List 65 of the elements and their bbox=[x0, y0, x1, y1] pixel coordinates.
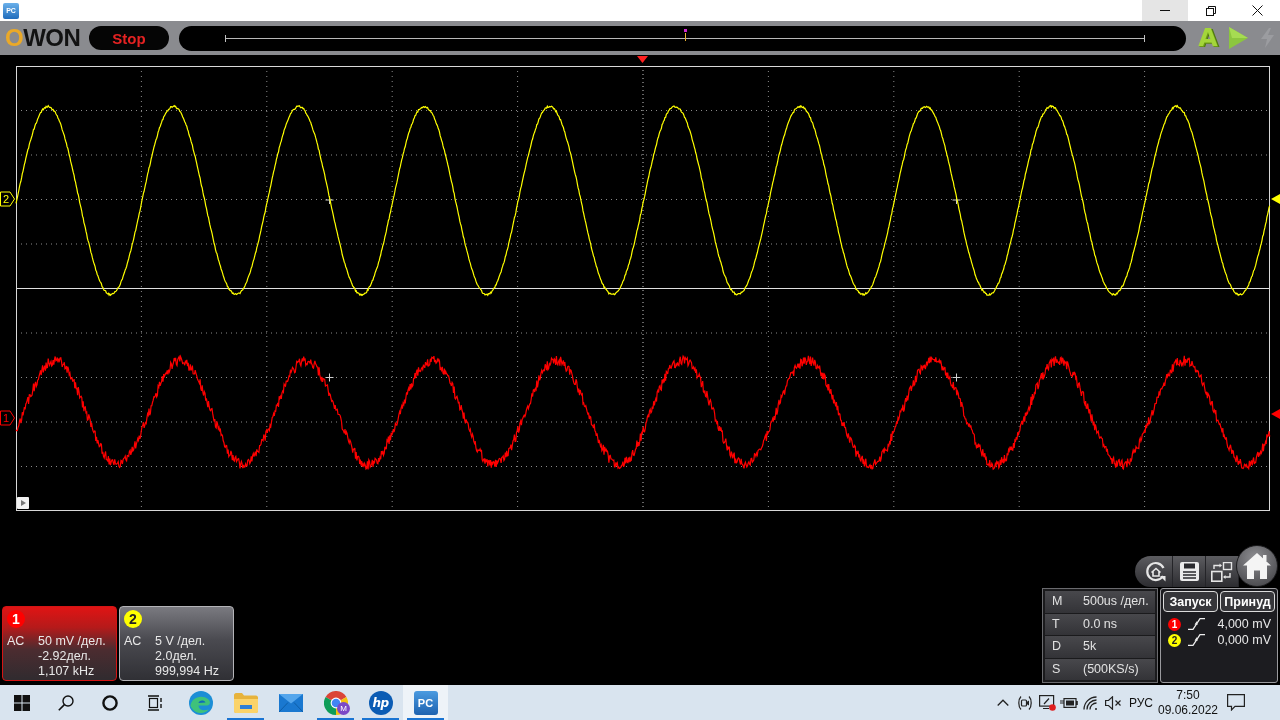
timebase-value: 0.0 ns bbox=[1083, 616, 1118, 632]
channel-badge: 2 bbox=[124, 610, 142, 628]
start-icon[interactable] bbox=[14, 694, 30, 711]
timebase-value: (500KS/s) bbox=[1083, 661, 1139, 677]
position-value: -2.92дел. bbox=[38, 649, 92, 664]
position-value: 2.0дел. bbox=[155, 649, 197, 664]
video-call-icon[interactable] bbox=[1018, 694, 1032, 711]
volts-per-division: 50 mV /дел. bbox=[38, 634, 106, 649]
channel-marker[interactable]: 1 bbox=[0, 410, 15, 426]
trigger-mode-button[interactable]: Запуск bbox=[1163, 591, 1218, 612]
brand-logo: OWON bbox=[5, 25, 82, 51]
trigger-mode-button[interactable]: Принуд bbox=[1220, 591, 1275, 612]
taskbar-app-button[interactable]: hp bbox=[358, 685, 403, 720]
window-swap-icon bbox=[1211, 561, 1233, 582]
coupling-label: AC bbox=[7, 634, 26, 650]
coupling-label: AC bbox=[124, 634, 143, 650]
timebase-key: D bbox=[1045, 639, 1083, 655]
restore-icon bbox=[1206, 5, 1216, 16]
frequency-value: 999,994 Hz bbox=[155, 664, 219, 679]
chevron-up-icon[interactable] bbox=[997, 699, 1009, 706]
house-icon bbox=[1243, 553, 1271, 579]
rising-edge-icon bbox=[1188, 618, 1205, 630]
stop-button[interactable]: Stop bbox=[89, 26, 169, 50]
message-bubble-icon[interactable] bbox=[1227, 694, 1245, 711]
position-marker[interactable] bbox=[684, 28, 687, 41]
clock-date[interactable]: 09.06.2022 bbox=[1157, 702, 1219, 718]
level-marker-icon[interactable] bbox=[1271, 409, 1280, 419]
channel-badge: 1 bbox=[7, 610, 25, 628]
ring-icon[interactable] bbox=[102, 694, 118, 711]
taskbar-app-button[interactable]: PC bbox=[403, 685, 448, 720]
level-marker-icon[interactable] bbox=[1271, 194, 1280, 204]
close-icon bbox=[1251, 5, 1263, 16]
search-icon[interactable] bbox=[58, 694, 74, 711]
folder-icon bbox=[233, 692, 258, 713]
timebase-value: 5k bbox=[1083, 639, 1097, 655]
battery-plug-icon[interactable] bbox=[1060, 696, 1078, 709]
rising-edge-icon bbox=[1188, 634, 1205, 646]
frequency-value: 1,107 kHz bbox=[38, 664, 95, 679]
trigger-level-value: 0,000 mV bbox=[1217, 633, 1272, 647]
channel-panel[interactable]: 2 AC 5 V /дел. 2.0дел. 999,994 Hz bbox=[119, 606, 234, 681]
timebase-key: T bbox=[1045, 616, 1083, 632]
timebase-key: M bbox=[1045, 594, 1083, 610]
channel-badge: 1 bbox=[1168, 617, 1181, 631]
clock-time[interactable]: 7:50 bbox=[1176, 687, 1200, 703]
channel-panel[interactable]: 1 AC 50 mV /дел. -2.92дел. 1,107 kHz bbox=[2, 606, 117, 681]
timebase-value: 500us /дел. bbox=[1083, 594, 1149, 610]
circular-arrow-house-icon bbox=[1145, 560, 1167, 583]
monitor-alert-icon[interactable] bbox=[1038, 694, 1056, 711]
task-view-icon[interactable] bbox=[145, 694, 163, 711]
play-tile-icon[interactable] bbox=[17, 497, 29, 509]
browser-swirl-icon bbox=[188, 690, 213, 715]
speaker-muted-icon[interactable] bbox=[1104, 695, 1122, 710]
minimize-icon bbox=[1160, 10, 1170, 11]
channel-badge: 2 bbox=[1168, 633, 1181, 647]
timebase-key: S bbox=[1045, 661, 1083, 677]
taskbar-app-button[interactable]: M bbox=[313, 685, 358, 720]
envelope-icon bbox=[278, 693, 303, 712]
volts-per-division: 5 V /дел. bbox=[155, 634, 206, 649]
app-logo: PC bbox=[413, 690, 438, 715]
channel-marker[interactable]: 2 bbox=[0, 191, 15, 207]
trigger-level-value: 4,000 mV bbox=[1217, 617, 1272, 631]
language-indicator[interactable]: РУС bbox=[1124, 695, 1158, 710]
wifi-icon[interactable] bbox=[1083, 695, 1099, 710]
app-logo: hp bbox=[368, 690, 393, 715]
home-button[interactable] bbox=[1236, 545, 1278, 587]
